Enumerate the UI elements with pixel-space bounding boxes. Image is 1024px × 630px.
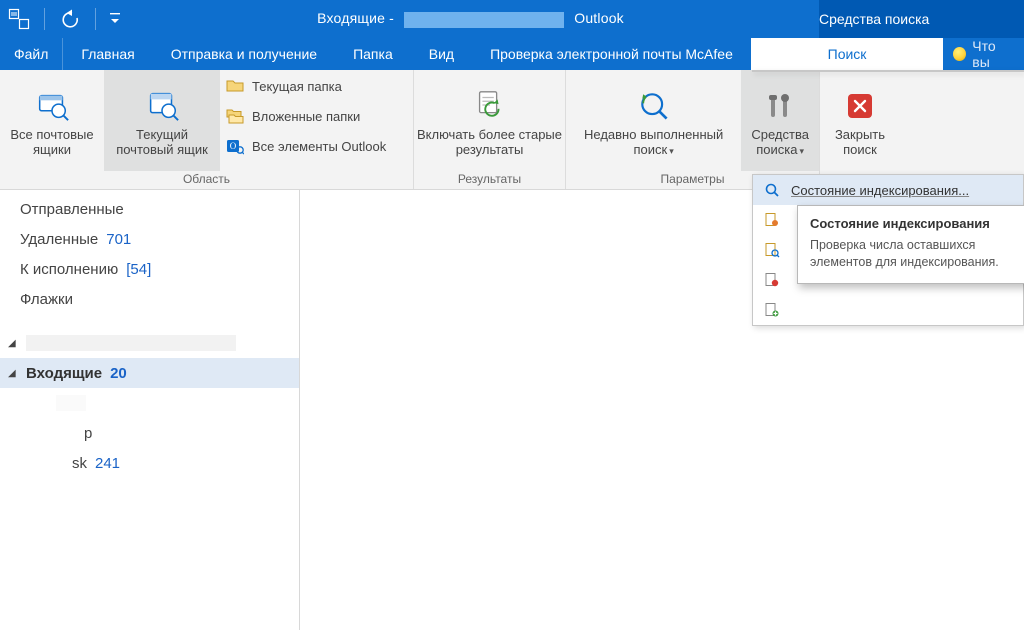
tab-view[interactable]: Вид [411,38,472,70]
tell-me[interactable]: Что вы [943,38,1024,70]
svg-text:O: O [230,141,237,151]
nav-label: Удаленные [20,231,98,248]
tab-search[interactable]: Поиск [751,38,943,70]
menu-item-5[interactable] [753,295,1023,325]
nav-label: Отправленные [20,201,124,218]
current-folder-button[interactable]: Текущая папка [226,74,403,98]
title-account-redacted [404,12,564,28]
nav-item-flags[interactable]: Флажки [0,284,299,314]
tools-icon [762,88,798,124]
context-tab-search-tools: Средства поиска [819,0,1024,38]
nav-label: р [84,425,92,442]
nav-label: К исполнению [20,261,118,278]
title-bar: Входящие - Outlook Средства поиска [0,0,1024,38]
recent-searches-button[interactable]: Недавно выполненный поиск▾ [566,70,741,171]
search-tools-dropdown [752,70,1024,72]
ribbon-group-scope: Все почтовые ящики Текущий почтовый ящик… [0,70,414,189]
group-label-scope: Область [0,171,413,189]
nav-label: sk [72,455,87,472]
nav-count: 701 [106,231,131,248]
collapse-triangle-icon: ◢ [8,368,18,379]
lightbulb-icon [953,47,966,61]
ribbon: Все почтовые ящики Текущий почтовый ящик… [0,70,1024,190]
indexing-status-tooltip: Состояние индексирования Проверка числа … [797,205,1024,284]
nav-item-todo[interactable]: К исполнению [54] [0,254,299,284]
nav-account-row[interactable]: ◢ [0,328,299,358]
nav-count: 241 [95,455,120,472]
document-gear-icon [763,211,781,229]
folder-icon [226,77,244,95]
search-tools-button[interactable]: Средства поиска▾ [741,70,819,171]
all-outlook-items-label: Все элементы Outlook [252,139,386,154]
nav-count: [54] [126,261,151,278]
ribbon-group-options: Недавно выполненный поиск▾ Средства поис… [566,70,820,189]
nav-item-sent[interactable]: Отправленные [0,194,299,224]
all-mailboxes-label: Все почтовые ящики [2,128,102,158]
document-refresh-icon [472,88,508,124]
title-prefix: Входящие - [317,10,394,26]
nav-count: 20 [110,365,127,382]
tell-me-label: Что вы [972,38,1014,70]
mailbox-search-icon [144,88,180,124]
folder-nav: Отправленные Удаленные 701 К исполнению … [0,190,300,630]
close-search-button[interactable]: Закрыть поиск [820,70,900,171]
tab-mcafee[interactable]: Проверка электронной почты McAfee [472,38,751,70]
qat-customize-icon[interactable] [6,6,32,32]
ribbon-group-results: Включать более старые результаты Результ… [414,70,566,189]
document-search-icon [763,241,781,259]
menu-strip: Файл Главная Отправка и получение Папка … [0,38,1024,70]
qat-more-icon[interactable] [108,6,122,32]
close-icon [842,88,878,124]
undo-icon[interactable] [57,6,83,32]
tab-folder[interactable]: Папка [335,38,411,70]
document-check-icon [763,271,781,289]
ribbon-group-close: Закрыть поиск [820,70,900,189]
nav-label: Входящие [26,365,102,382]
current-mailbox-button[interactable]: Текущий почтовый ящик [104,70,220,171]
menu-item-indexing-status[interactable]: Состояние индексирования... [753,175,1023,205]
mailboxes-search-icon [34,88,70,124]
window-title: Входящие - Outlook [122,10,819,27]
nav-subfolder-2[interactable]: р [0,418,299,448]
recent-searches-label: Недавно выполненный поиск [584,127,723,157]
nav-item-deleted[interactable]: Удаленные 701 [0,224,299,254]
document-plus-icon [763,301,781,319]
current-folder-label: Текущая папка [252,79,342,94]
nav-label: Флажки [20,291,73,308]
nav-subfolder-1[interactable] [0,388,299,418]
include-older-label: Включать более старые результаты [416,128,563,158]
subfolders-label: Вложенные папки [252,109,360,124]
tab-file[interactable]: Файл [0,38,63,70]
current-mailbox-label: Текущий почтовый ящик [106,128,218,158]
tooltip-title: Состояние индексирования [810,216,1014,231]
folders-icon [226,107,244,125]
nav-item-inbox[interactable]: ◢ Входящие 20 [0,358,299,388]
menu-item-label: Состояние индексирования... [791,183,969,198]
nav-subfolder-3[interactable]: sk 241 [0,448,299,478]
title-suffix: Outlook [574,10,624,26]
tab-home[interactable]: Главная [63,38,152,70]
all-outlook-items-button[interactable]: O Все элементы Outlook [226,134,403,158]
search-tools-menu: Состояние индексирования... Состояние ин… [752,174,1024,326]
subfolders-button[interactable]: Вложенные папки [226,104,403,128]
tooltip-body: Проверка числа оставшихся элементов для … [810,237,1014,271]
outlook-items-icon: O [226,137,244,155]
include-older-button[interactable]: Включать более старые результаты [414,70,565,171]
group-label-results: Результаты [414,171,565,189]
close-search-label: Закрыть поиск [822,128,898,158]
tab-send-receive[interactable]: Отправка и получение [153,38,335,70]
recent-search-icon [636,88,672,124]
account-name-redacted [26,335,236,351]
all-mailboxes-button[interactable]: Все почтовые ящики [0,70,104,171]
search-status-icon [763,181,781,199]
collapse-triangle-icon: ◢ [8,338,18,349]
